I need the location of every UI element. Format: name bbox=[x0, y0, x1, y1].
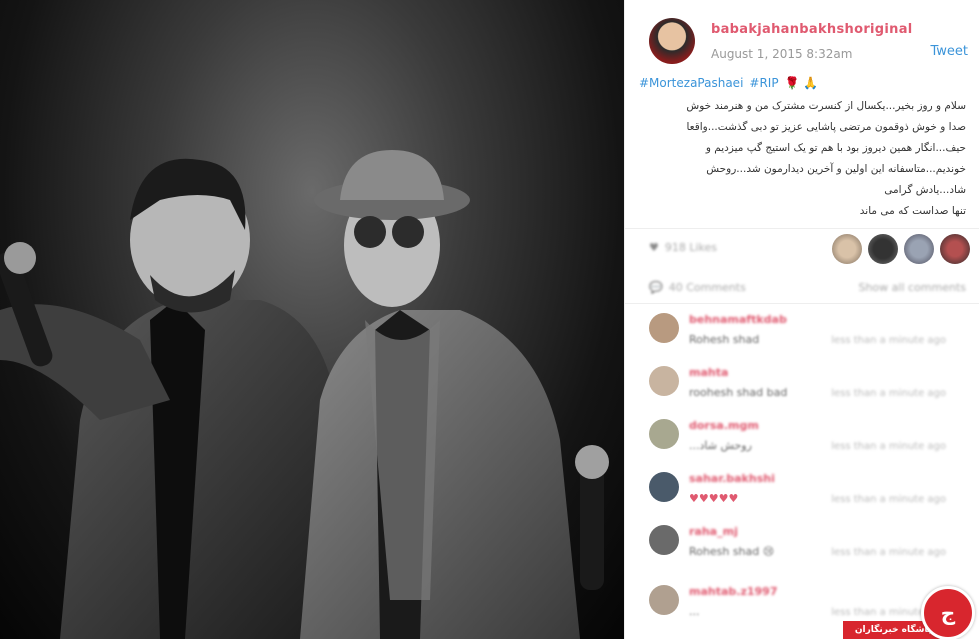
comment-bubble-icon: 💬 bbox=[649, 281, 663, 294]
commenter-username[interactable]: dorsa.mgm bbox=[689, 419, 759, 432]
caption-area: #MortezaPashaei #RIP 🌹 🙏 سلام و روز بخیر… bbox=[625, 72, 979, 228]
post-details-panel: babakjahanbakhshoriginal August 1, 2015 … bbox=[624, 0, 979, 639]
list-item: dorsa.mgm ...روحش شاد less than a minute… bbox=[625, 411, 979, 464]
list-item: raha_mj Rohesh shad 😢 less than a minute… bbox=[625, 517, 979, 577]
watermark-logo: باشگاه خبرنگاران ج bbox=[843, 586, 979, 639]
commenter-username[interactable]: mahtab.z1997 bbox=[689, 585, 777, 598]
liker-avatar[interactable] bbox=[904, 234, 934, 264]
comment-text: Rohesh shad 😢 bbox=[689, 545, 775, 558]
comment-time: less than a minute ago bbox=[831, 388, 946, 399]
comment-text: ... bbox=[689, 605, 700, 618]
list-item: mahta roohesh shad bad less than a minut… bbox=[625, 358, 979, 411]
emoji-rose-prayer: 🌹 🙏 bbox=[784, 76, 819, 90]
show-all-comments-link[interactable]: Show all comments bbox=[858, 281, 966, 294]
caption-line: تنها صداست که می ماند bbox=[859, 205, 966, 217]
comment-text: ...روحش شاد bbox=[689, 439, 752, 452]
caption-line: سلام و روز بخیر...یکسال از کنسرت مشترک م… bbox=[686, 100, 966, 112]
tweet-link[interactable]: Tweet bbox=[930, 44, 968, 59]
comment-time: less than a minute ago bbox=[831, 547, 946, 558]
comment-text: Rohesh shad bbox=[689, 333, 760, 346]
caption-line: شاد...یادش گرامی bbox=[884, 184, 966, 196]
comment-time: less than a minute ago bbox=[831, 335, 946, 346]
commenter-username[interactable]: sahar.bakhshi bbox=[689, 472, 775, 485]
list-item: sahar.bakhshi ♥♥♥♥♥ less than a minute a… bbox=[625, 464, 979, 517]
commenter-username[interactable]: raha_mj bbox=[689, 525, 738, 538]
post-stats: ♥ 918 Likes 💬 40 Comments Show all comme… bbox=[625, 228, 979, 304]
comment-time: less than a minute ago bbox=[831, 494, 946, 505]
commenter-avatar[interactable] bbox=[649, 472, 679, 502]
commenter-avatar[interactable] bbox=[649, 366, 679, 396]
post-caption: سلام و روز بخیر...یکسال از کنسرت مشترک م… bbox=[639, 96, 966, 222]
profile-avatar[interactable] bbox=[649, 18, 695, 64]
commenter-username[interactable]: mahta bbox=[689, 366, 728, 379]
comments-text: 40 Comments bbox=[668, 281, 746, 294]
likes-text: 918 Likes bbox=[664, 241, 718, 254]
commenter-avatar[interactable] bbox=[649, 313, 679, 343]
list-item: behnamaftkdab Rohesh shad less than a mi… bbox=[625, 305, 979, 358]
hashtag-link[interactable]: #RIP bbox=[749, 76, 778, 90]
caption-line: خوندیم...متاسفانه این اولین و آخرین دیدا… bbox=[706, 163, 966, 175]
liker-avatar[interactable] bbox=[940, 234, 970, 264]
hashtag-link[interactable]: #MortezaPashaei bbox=[639, 76, 743, 90]
post-header: babakjahanbakhshoriginal August 1, 2015 … bbox=[625, 0, 979, 72]
heart-icon: ♥ bbox=[649, 241, 659, 254]
commenter-username[interactable]: behnamaftkdab bbox=[689, 313, 787, 326]
watermark-circle-icon: ج bbox=[921, 586, 975, 639]
comments-count[interactable]: 💬 40 Comments bbox=[649, 281, 746, 294]
caption-line: صدا و خوش ذوقمون مرتضی پاشایی عزیز تو دب… bbox=[686, 121, 966, 133]
hashtags: #MortezaPashaei #RIP 🌹 🙏 bbox=[639, 76, 966, 90]
post-username[interactable]: babakjahanbakhshoriginal bbox=[711, 22, 913, 37]
liker-avatar[interactable] bbox=[832, 234, 862, 264]
commenter-avatar[interactable] bbox=[649, 419, 679, 449]
comment-time: less than a minute ago bbox=[831, 441, 946, 452]
post-photo bbox=[0, 0, 624, 639]
commenter-avatar[interactable] bbox=[649, 525, 679, 555]
concert-photo-illustration bbox=[0, 150, 609, 639]
likes-count[interactable]: ♥ 918 Likes bbox=[649, 241, 717, 254]
post-date: August 1, 2015 8:32am bbox=[711, 47, 853, 61]
likers-avatars bbox=[832, 234, 970, 264]
comment-text: ♥♥♥♥♥ bbox=[689, 492, 739, 505]
caption-line: حیف...انگار همین دیروز بود با هم تو یک ا… bbox=[705, 142, 966, 154]
comment-text: roohesh shad bad bbox=[689, 386, 788, 399]
liker-avatar[interactable] bbox=[868, 234, 898, 264]
commenter-avatar[interactable] bbox=[649, 585, 679, 615]
